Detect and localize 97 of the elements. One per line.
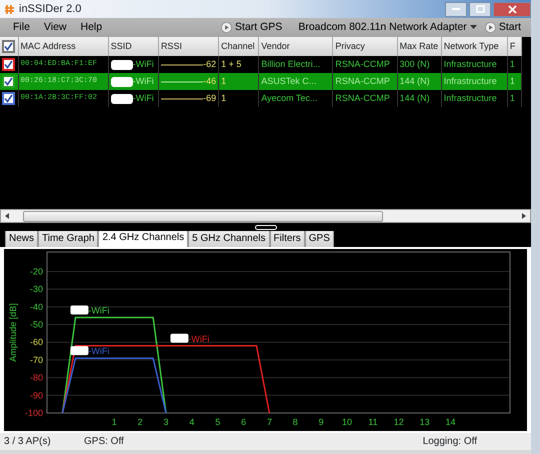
rssi-value: -62: [203, 58, 216, 71]
column-header[interactable]: Privacy: [332, 37, 398, 56]
tab[interactable]: 2.4 GHz Channels: [98, 231, 188, 247]
x-tick-label: 7: [266, 417, 272, 427]
y-tick-label: -40: [30, 302, 43, 312]
redaction-mark: [170, 334, 188, 343]
row-checkbox[interactable]: [2, 92, 15, 105]
scroll-right-icon[interactable]: [520, 212, 528, 220]
scroll-left-icon[interactable]: [3, 212, 11, 220]
network-label: -WiFi: [88, 305, 110, 316]
tab[interactable]: 5 GHz Channels: [188, 231, 270, 247]
privacy-cell: RSNA-CCMP: [332, 90, 398, 107]
network-type-cell: Infrastructure: [441, 73, 508, 90]
y-tick-label: -80: [30, 372, 43, 383]
column-10-cell: 1: [507, 90, 522, 107]
x-tick-label: 5: [215, 417, 220, 427]
tab[interactable]: Filters: [270, 231, 305, 247]
row-checkbox[interactable]: [2, 58, 15, 71]
menu-item[interactable]: Help: [74, 20, 110, 36]
x-tick-label: 3: [163, 417, 168, 427]
window-title: inSSIDer 2.0: [19, 2, 82, 17]
menu-item[interactable]: View: [36, 20, 74, 36]
column-header[interactable]: RSSI: [158, 37, 219, 56]
tab[interactable]: Time Graph: [38, 231, 98, 247]
y-tick-label: -70: [30, 354, 43, 365]
max-rate-cell: 144 (N): [397, 73, 442, 90]
logging-status: Logging: Off: [422, 435, 477, 449]
minimize-button[interactable]: [445, 2, 467, 16]
minimize-icon: [452, 8, 460, 10]
x-tick-label: 14: [446, 417, 456, 427]
tab[interactable]: GPS: [304, 231, 334, 247]
network-label: -WiFi: [188, 334, 210, 344]
channel-cell: 1: [218, 73, 259, 90]
x-tick-label: 1: [112, 417, 117, 427]
tab[interactable]: News: [5, 231, 38, 247]
menu-item[interactable]: File: [6, 20, 37, 36]
maximize-icon: [476, 5, 484, 13]
column-header[interactable]: MAC Address: [18, 37, 108, 56]
x-tick-label: 8: [292, 417, 298, 427]
column-header[interactable]: Max Rate: [397, 37, 442, 56]
redaction-mark: [110, 60, 133, 70]
redaction-mark: [70, 346, 88, 356]
ssid-text: -WiFi: [132, 58, 154, 71]
signal-sparkline: [160, 96, 204, 102]
start-gps-button[interactable]: Start GPS: [217, 20, 286, 36]
play-icon: [484, 22, 496, 33]
play-icon: [221, 22, 232, 33]
redaction-mark: [70, 305, 88, 314]
y-tick-label: -30: [30, 284, 43, 294]
redaction-mark: [110, 94, 133, 104]
column-10-cell: 1: [507, 73, 522, 90]
app-icon: [4, 4, 15, 14]
close-button[interactable]: [493, 2, 531, 16]
adapter-dropdown[interactable]: Broadcom 802.11n Network Adapter: [294, 20, 481, 36]
select-all-checkbox[interactable]: [2, 40, 15, 53]
x-tick-label: 10: [342, 417, 352, 427]
rssi-value: -69: [203, 92, 216, 105]
vendor-cell: ASUSTek C...: [258, 73, 333, 90]
row-checkbox[interactable]: [2, 75, 15, 88]
y-tick-label: -60: [30, 337, 43, 348]
close-icon: [508, 4, 516, 14]
privacy-cell: RSNA-CCMP: [332, 73, 398, 90]
channel-cell: 1: [218, 90, 259, 107]
column-header[interactable]: Vendor: [258, 37, 333, 56]
x-tick-label: 9: [318, 417, 324, 427]
splitter-handle[interactable]: [254, 224, 276, 230]
ssid-text: -WiFi: [132, 74, 154, 88]
y-tick-label: -90: [30, 390, 43, 400]
ap-count: 3 / 3 AP(s): [4, 435, 52, 449]
network-label: -WiFi: [88, 346, 110, 356]
caret-icon: [470, 25, 477, 30]
x-tick-label: 6: [241, 417, 246, 427]
gps-status: GPS: Off: [84, 435, 124, 449]
column-header[interactable]: F: [507, 37, 522, 56]
vendor-cell: Ayecom Tec...: [258, 90, 333, 107]
x-tick-label: 11: [368, 417, 378, 427]
signal-sparkline: [160, 62, 204, 68]
column-header[interactable]: Channel: [218, 37, 259, 56]
ssid-text: -WiFi: [132, 92, 154, 105]
column-header[interactable]: Network Type: [441, 37, 508, 56]
rssi-value: -46: [203, 74, 216, 88]
y-tick-label: -20: [30, 266, 43, 276]
column-header[interactable]: SSID: [108, 37, 158, 56]
y-axis-label: Amplitude [dB]: [8, 303, 18, 362]
redaction-mark: [110, 76, 133, 86]
network-type-cell: Infrastructure: [441, 90, 508, 107]
y-tick-label: -50: [30, 320, 43, 330]
y-tick-label: -100: [24, 408, 43, 418]
x-tick-label: 4: [189, 417, 194, 427]
signal-sparkline: [160, 78, 204, 84]
start-button[interactable]: Start: [480, 20, 525, 36]
x-tick-label: 12: [394, 417, 404, 427]
x-tick-label: 13: [420, 417, 430, 427]
max-rate-cell: 144 (N): [397, 90, 442, 107]
scrollbar-thumb[interactable]: [23, 210, 383, 222]
maximize-button[interactable]: [469, 2, 491, 16]
x-tick-label: 2: [138, 417, 143, 427]
